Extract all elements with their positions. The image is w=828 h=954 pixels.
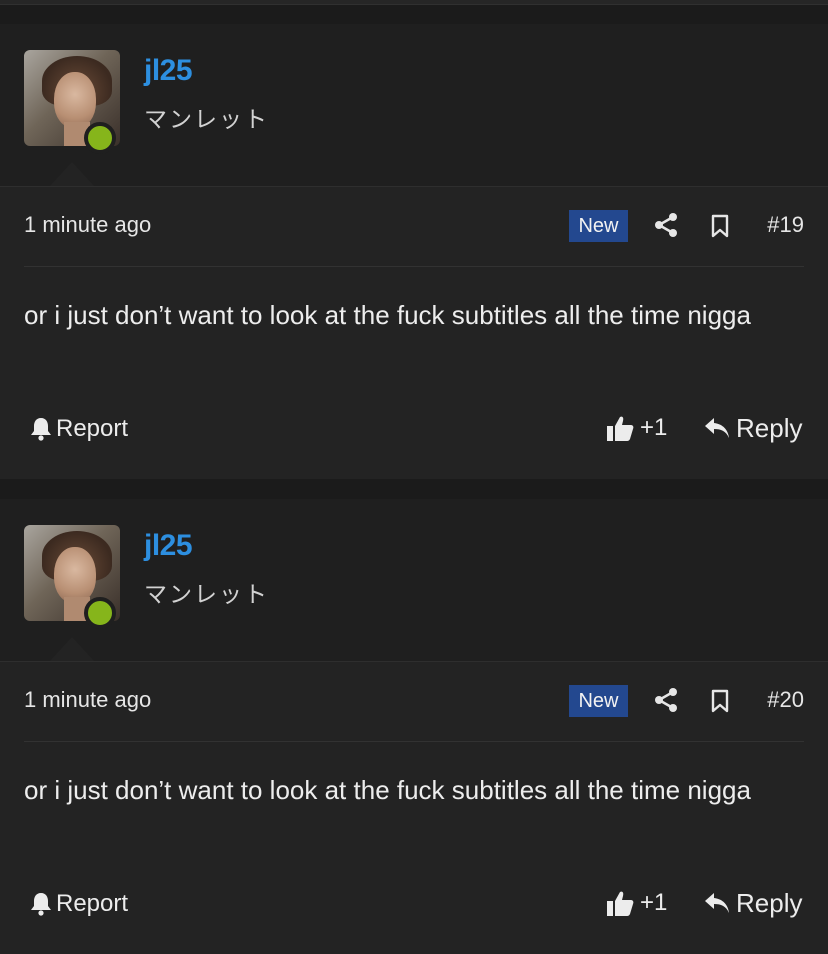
report-label: Report: [56, 890, 129, 917]
like-button[interactable]: +1: [606, 410, 667, 446]
user-title: マンレット: [144, 581, 269, 607]
reply-icon: [705, 418, 729, 438]
reply-label: Reply: [736, 412, 803, 443]
post-time[interactable]: 1 minute ago: [24, 687, 151, 713]
share-icon[interactable]: [654, 212, 678, 238]
post-meta-row: 1 minute ago New #20: [24, 661, 804, 742]
post-number-link[interactable]: #20: [767, 687, 804, 713]
bell-icon: [31, 893, 51, 916]
online-status-icon: [84, 597, 116, 629]
new-badge: New: [569, 210, 628, 242]
username-link[interactable]: jl25: [144, 529, 193, 563]
post: jl25 マンレット 1 minute ago New #19 or i jus…: [0, 24, 828, 479]
new-badge: New: [569, 685, 628, 717]
report-button[interactable]: Report: [30, 412, 128, 446]
reply-button[interactable]: Reply: [704, 885, 802, 921]
report-label: Report: [56, 415, 129, 442]
share-icon[interactable]: [654, 687, 678, 713]
report-button[interactable]: Report: [30, 887, 128, 921]
user-title: マンレット: [144, 106, 269, 132]
like-count: +1: [640, 414, 668, 441]
post-number-link[interactable]: #19: [767, 212, 804, 238]
bell-icon: [31, 418, 51, 441]
top-divider: [0, 0, 828, 5]
reply-label: Reply: [736, 887, 803, 918]
post-message: or i just don’t want to look at the fuck…: [24, 300, 751, 330]
post: jl25 マンレット 1 minute ago New #20 or i jus…: [0, 499, 828, 954]
thumbs-up-icon: [607, 416, 634, 441]
reply-icon: [705, 893, 729, 913]
user-arrow: [50, 162, 94, 186]
thumbs-up-icon: [607, 891, 634, 916]
user-arrow: [50, 637, 94, 661]
bookmark-icon[interactable]: [710, 214, 730, 238]
bookmark-icon[interactable]: [710, 689, 730, 713]
post-message: or i just don’t want to look at the fuck…: [24, 775, 751, 805]
reply-button[interactable]: Reply: [704, 410, 802, 446]
post-meta-row: 1 minute ago New #19: [24, 186, 804, 267]
user-block: jl25 マンレット: [0, 499, 828, 662]
like-button[interactable]: +1: [606, 885, 667, 921]
like-count: +1: [640, 889, 668, 916]
user-block: jl25 マンレット: [0, 24, 828, 187]
post-time[interactable]: 1 minute ago: [24, 212, 151, 238]
username-link[interactable]: jl25: [144, 54, 193, 88]
online-status-icon: [84, 122, 116, 154]
